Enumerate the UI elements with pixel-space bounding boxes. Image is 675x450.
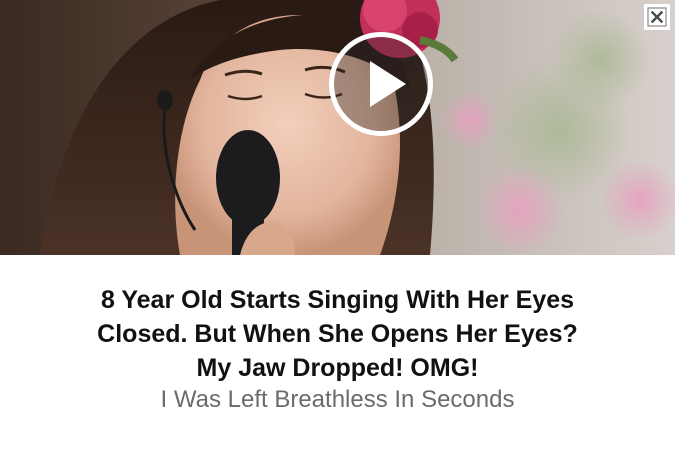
headline-line-2: Closed. But When She Opens Her Eyes? [97, 320, 578, 348]
play-icon [370, 61, 406, 107]
headline-line-3: My Jaw Dropped! OMG! [196, 354, 479, 382]
headline-link[interactable]: 8 Year Old Starts Singing With Her Eyes … [0, 283, 675, 385]
ad-unit: 8 Year Old Starts Singing With Her Eyes … [0, 0, 675, 450]
ad-caption: 8 Year Old Starts Singing With Her Eyes … [0, 283, 675, 415]
play-button[interactable] [329, 32, 433, 136]
headline-line-1: 8 Year Old Starts Singing With Her Eyes [100, 286, 575, 314]
close-icon [647, 7, 667, 27]
close-button[interactable] [644, 4, 670, 30]
subline: I Was Left Breathless In Seconds [160, 386, 515, 413]
video-thumbnail[interactable] [0, 0, 675, 255]
